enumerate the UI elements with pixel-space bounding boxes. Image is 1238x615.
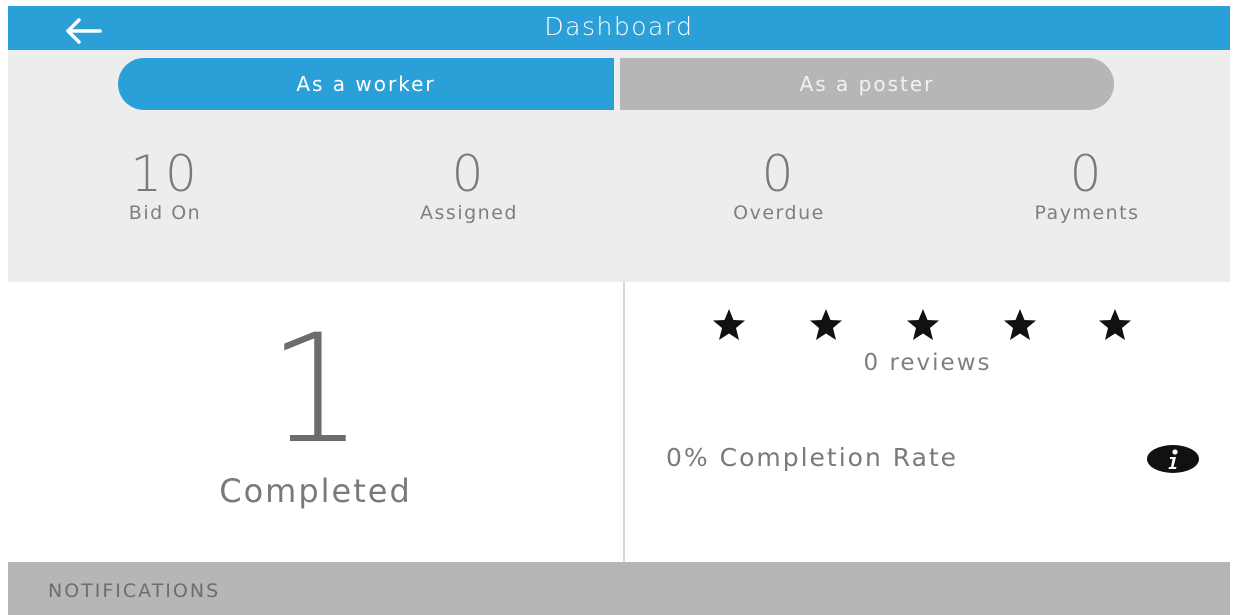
stat-label: Payments <box>1034 202 1140 224</box>
completion-rate: 0% Completion Rate <box>666 443 959 472</box>
dashboard-screen: Dashboard As a worker As a poster 10 Bid… <box>0 0 1238 615</box>
notifications-header[interactable]: NOTIFICATIONS <box>8 562 1230 615</box>
stat-payments[interactable]: 0 Payments <box>977 148 1197 226</box>
stat-value: 0 <box>761 145 797 203</box>
rating-stars <box>712 308 1162 342</box>
stat-value: 10 <box>130 145 200 203</box>
stat-label: Bid On <box>128 202 202 224</box>
star-icon[interactable] <box>906 308 940 342</box>
reviews-count[interactable]: 0 reviews <box>625 350 1230 376</box>
completed-label: Completed <box>219 472 412 510</box>
as-poster-tab[interactable]: As a poster <box>620 58 1114 110</box>
stat-label: Overdue <box>733 202 825 224</box>
completed-count: 1 <box>267 303 364 477</box>
stat-assigned[interactable]: 0 Assigned <box>359 148 579 226</box>
star-icon[interactable] <box>1098 308 1132 342</box>
stat-overdue[interactable]: 0 Overdue <box>669 148 889 226</box>
role-toggle: As a worker As a poster <box>118 58 1114 110</box>
star-icon[interactable] <box>809 308 843 342</box>
app-bar: Dashboard <box>8 6 1230 50</box>
info-icon[interactable] <box>1146 444 1200 474</box>
panel-divider <box>623 282 625 562</box>
stat-value: 0 <box>451 145 487 203</box>
star-icon[interactable] <box>1003 308 1037 342</box>
star-icon[interactable] <box>712 308 746 342</box>
as-worker-tab[interactable]: As a worker <box>118 58 614 110</box>
stat-label: Assigned <box>420 202 518 224</box>
notifications-label: NOTIFICATIONS <box>48 580 221 602</box>
stat-value: 0 <box>1069 145 1105 203</box>
page-title: Dashboard <box>544 12 694 41</box>
stat-bid-on[interactable]: 10 Bid On <box>55 148 275 226</box>
